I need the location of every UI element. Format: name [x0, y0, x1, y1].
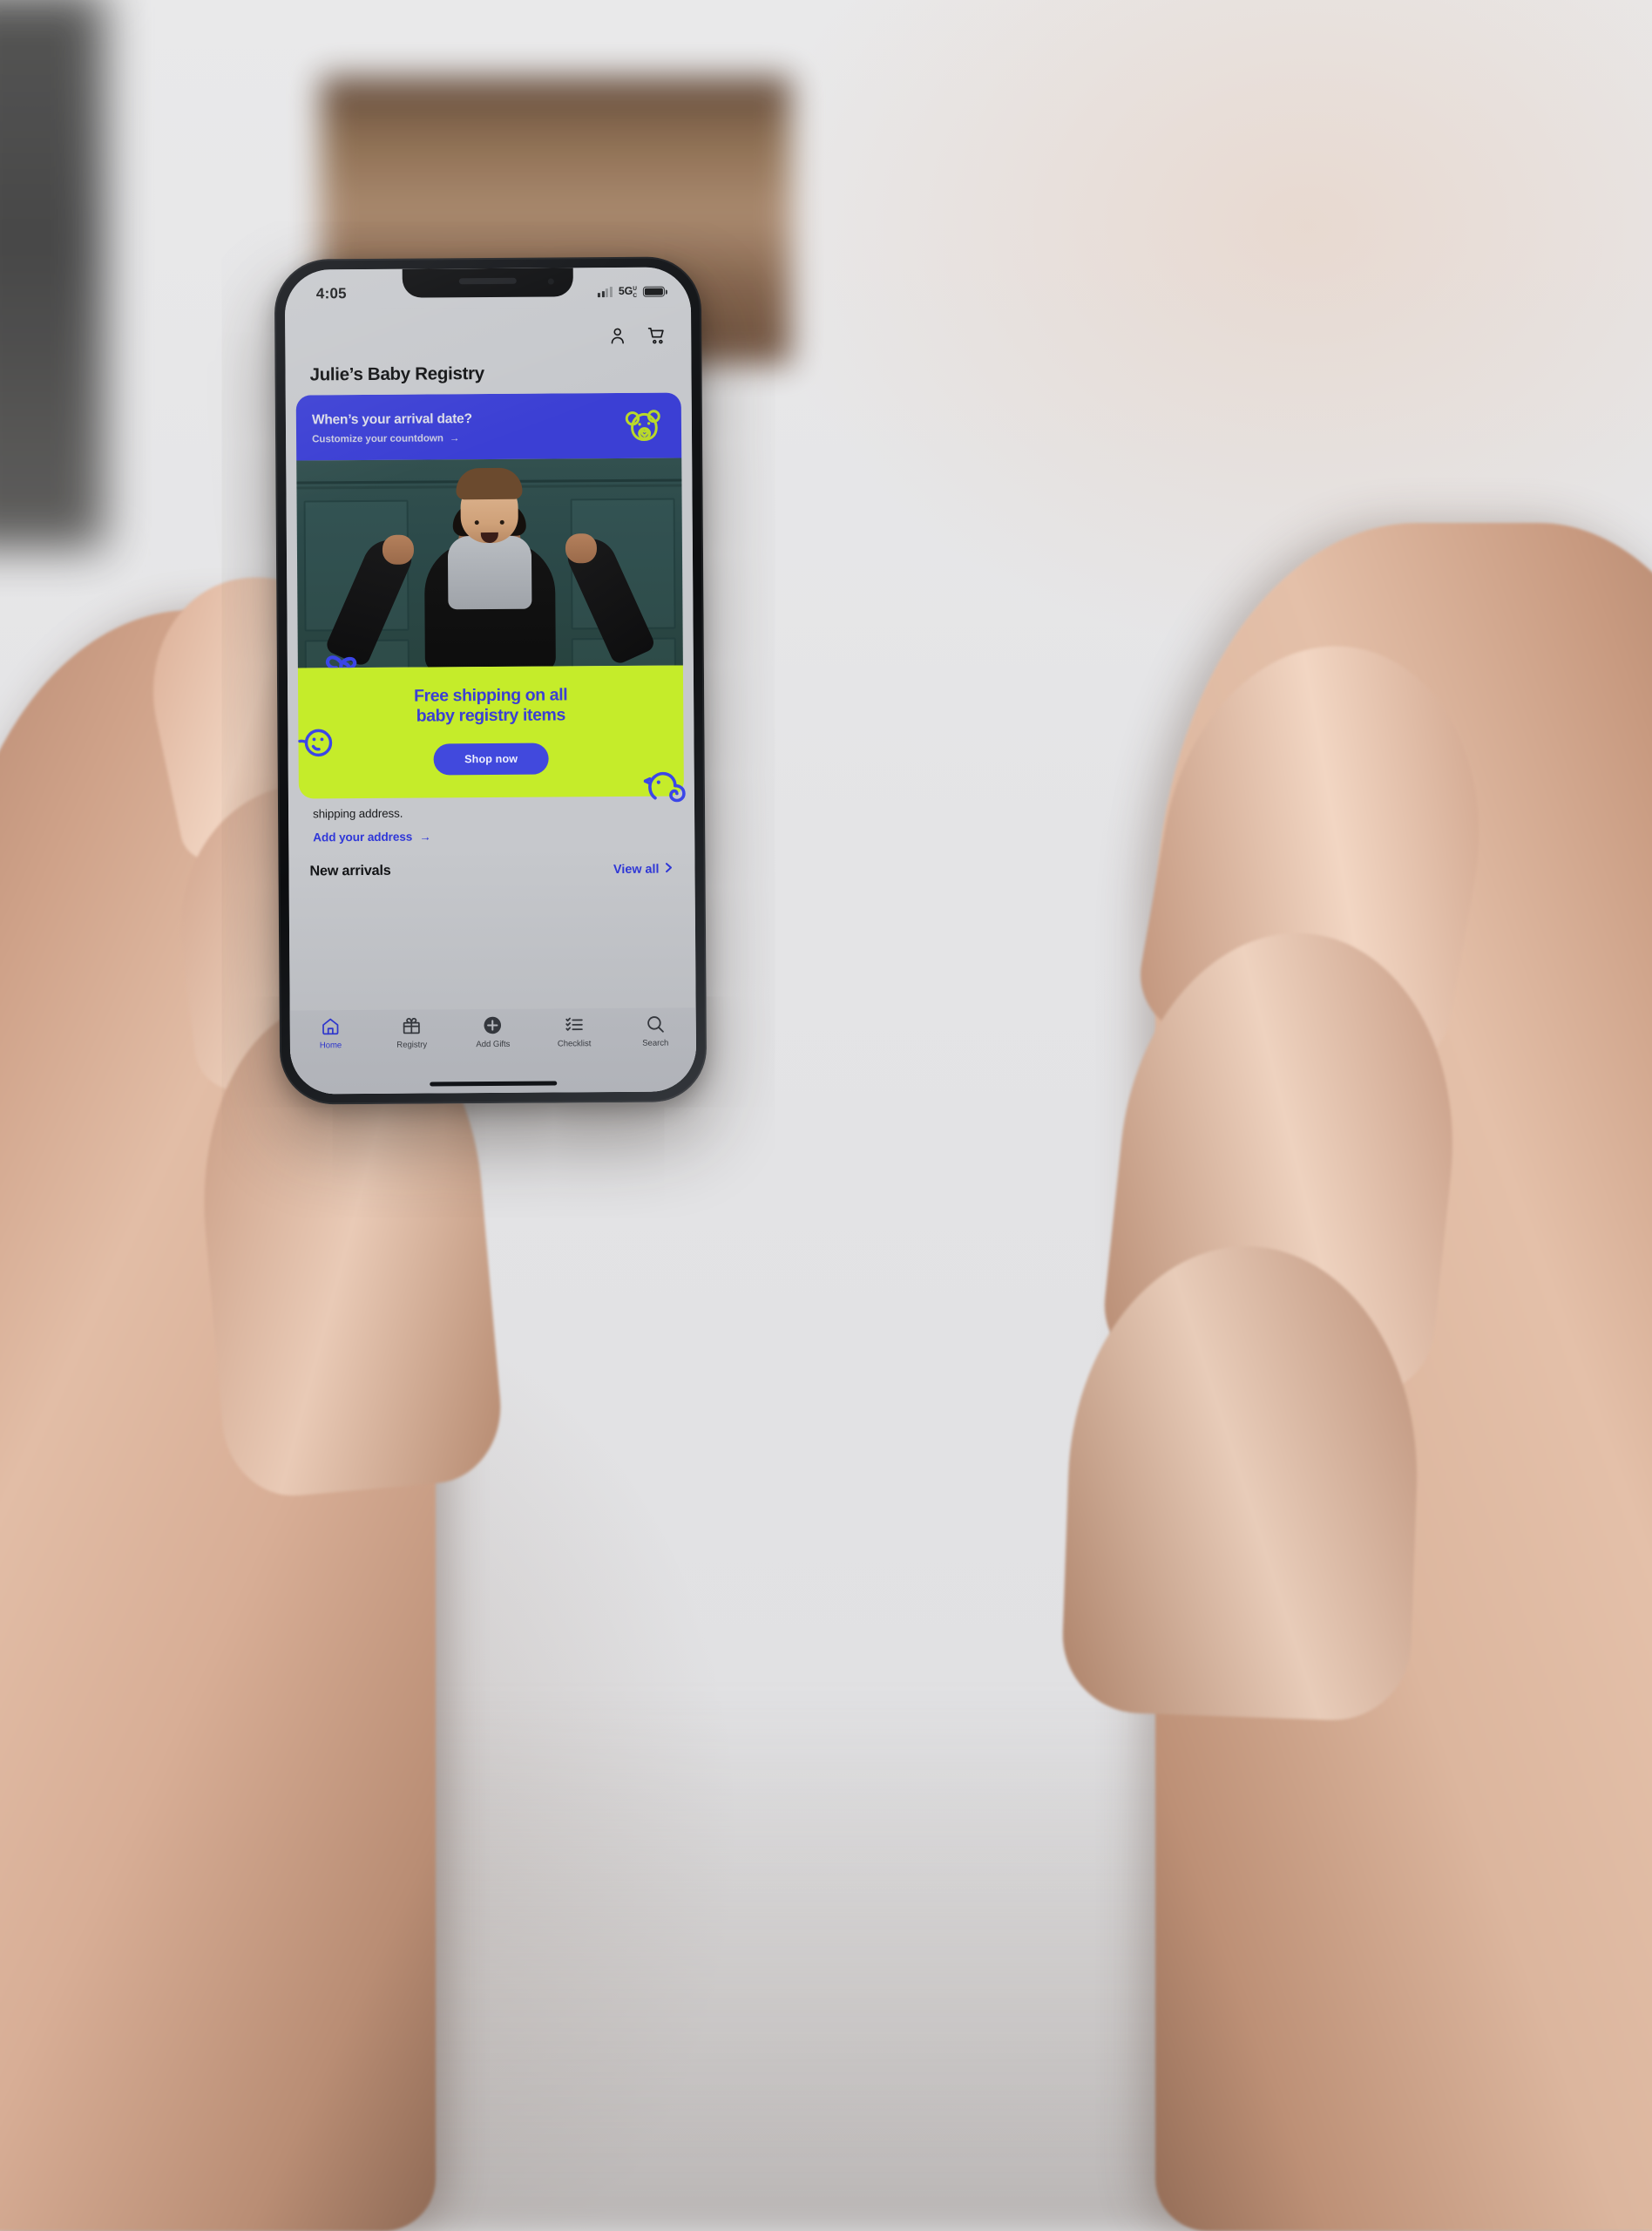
- shop-now-button[interactable]: Shop now: [433, 743, 550, 776]
- home-indicator: [290, 1072, 697, 1095]
- status-indicators: 5G U C: [598, 285, 665, 299]
- signal-bars-icon: [598, 287, 613, 298]
- checklist-icon: [564, 1014, 584, 1034]
- shipping-address-block: shipping address. Add your address →: [288, 796, 694, 844]
- network-type-label: 5G U C: [619, 285, 637, 298]
- baby-mouth: [480, 532, 498, 544]
- arrival-card-subtitle: Customize your countdown: [312, 431, 443, 444]
- view-all-label: View all: [613, 862, 660, 877]
- shopping-cart-icon[interactable]: [647, 325, 667, 345]
- new-arrivals-section-header: New arrivals View all: [288, 860, 694, 879]
- network-type-text: 5G: [618, 285, 633, 298]
- baby-torso: [447, 535, 532, 610]
- home-icon: [321, 1016, 341, 1036]
- scroll-container[interactable]: When’s your arrival date? Customize your…: [286, 392, 696, 1010]
- shipping-address-text: shipping address.: [313, 806, 403, 821]
- app-content: Julie’s Baby Registry When’s your arriva…: [285, 307, 697, 1095]
- add-address-link[interactable]: Add your address →: [313, 829, 670, 844]
- baby-eye: [499, 519, 504, 525]
- phone-notch: [402, 268, 573, 298]
- baby-eye: [474, 520, 479, 526]
- add-address-label: Add your address: [313, 830, 413, 844]
- arrival-card-subtitle-row[interactable]: Customize your countdown →: [312, 432, 472, 444]
- front-camera: [547, 278, 554, 285]
- arrival-card-title: When’s your arrival date?: [311, 410, 472, 427]
- bottom-tab-bar: Home Registry Add Gifts Checklist Search: [289, 1007, 697, 1075]
- tab-registry[interactable]: Registry: [371, 1015, 452, 1050]
- phone-screen: 4:05 5G U C Julie’s Baby Registry When’s…: [284, 267, 697, 1095]
- promo-line-2: baby registry items: [416, 705, 565, 726]
- tab-home-label: Home: [319, 1041, 342, 1051]
- search-icon: [646, 1014, 666, 1034]
- tab-checklist-label: Checklist: [557, 1039, 592, 1049]
- arrow-right-icon: →: [449, 431, 460, 444]
- new-arrivals-title: New arrivals: [309, 862, 391, 879]
- framed-art-left: [0, 0, 105, 549]
- gift-icon: [402, 1016, 422, 1036]
- battery-full-icon: [642, 286, 665, 298]
- photo-scene: 4:05 5G U C Julie’s Baby Registry When’s…: [0, 0, 1652, 2231]
- person-icon[interactable]: [607, 325, 627, 345]
- tab-add-gifts-label: Add Gifts: [476, 1039, 511, 1050]
- tab-add-gifts[interactable]: Add Gifts: [452, 1015, 533, 1050]
- app-header: Julie’s Baby Registry: [285, 307, 692, 395]
- father-hand-left: [382, 534, 415, 565]
- tab-home[interactable]: Home: [290, 1016, 371, 1051]
- chevron-right-icon: [663, 861, 674, 877]
- arrival-date-card[interactable]: When’s your arrival date? Customize your…: [295, 392, 682, 461]
- butterfly-icon: [319, 643, 364, 668]
- promo-line-1: Free shipping on all: [413, 685, 568, 706]
- promo-headline: Free shipping on all baby registry items: [315, 685, 666, 728]
- chick-icon: [643, 764, 687, 803]
- hero-photo[interactable]: [296, 458, 683, 668]
- smiley-face-icon: [296, 723, 335, 760]
- earpiece-speaker: [458, 277, 517, 285]
- tab-search-label: Search: [642, 1038, 669, 1048]
- promo-banner: Free shipping on all baby registry items…: [296, 665, 686, 803]
- tab-checklist[interactable]: Checklist: [533, 1014, 614, 1049]
- status-time: 4:05: [315, 285, 347, 302]
- tab-registry-label: Registry: [396, 1040, 428, 1050]
- view-all-link[interactable]: View all: [613, 861, 674, 877]
- arrow-right-icon: →: [419, 830, 431, 844]
- smartphone-device: 4:05 5G U C Julie’s Baby Registry When’s…: [274, 256, 708, 1105]
- network-uc-suffix: U C: [633, 286, 637, 299]
- tab-search[interactable]: Search: [614, 1014, 695, 1048]
- father-hand-right: [565, 533, 598, 564]
- plus-circle-icon: [483, 1015, 503, 1035]
- header-icon-row: [309, 320, 667, 354]
- teddy-bear-icon: [620, 407, 666, 445]
- baby-hair: [456, 467, 523, 500]
- arrival-card-text: When’s your arrival date? Customize your…: [312, 411, 472, 444]
- page-title: Julie’s Baby Registry: [309, 363, 484, 385]
